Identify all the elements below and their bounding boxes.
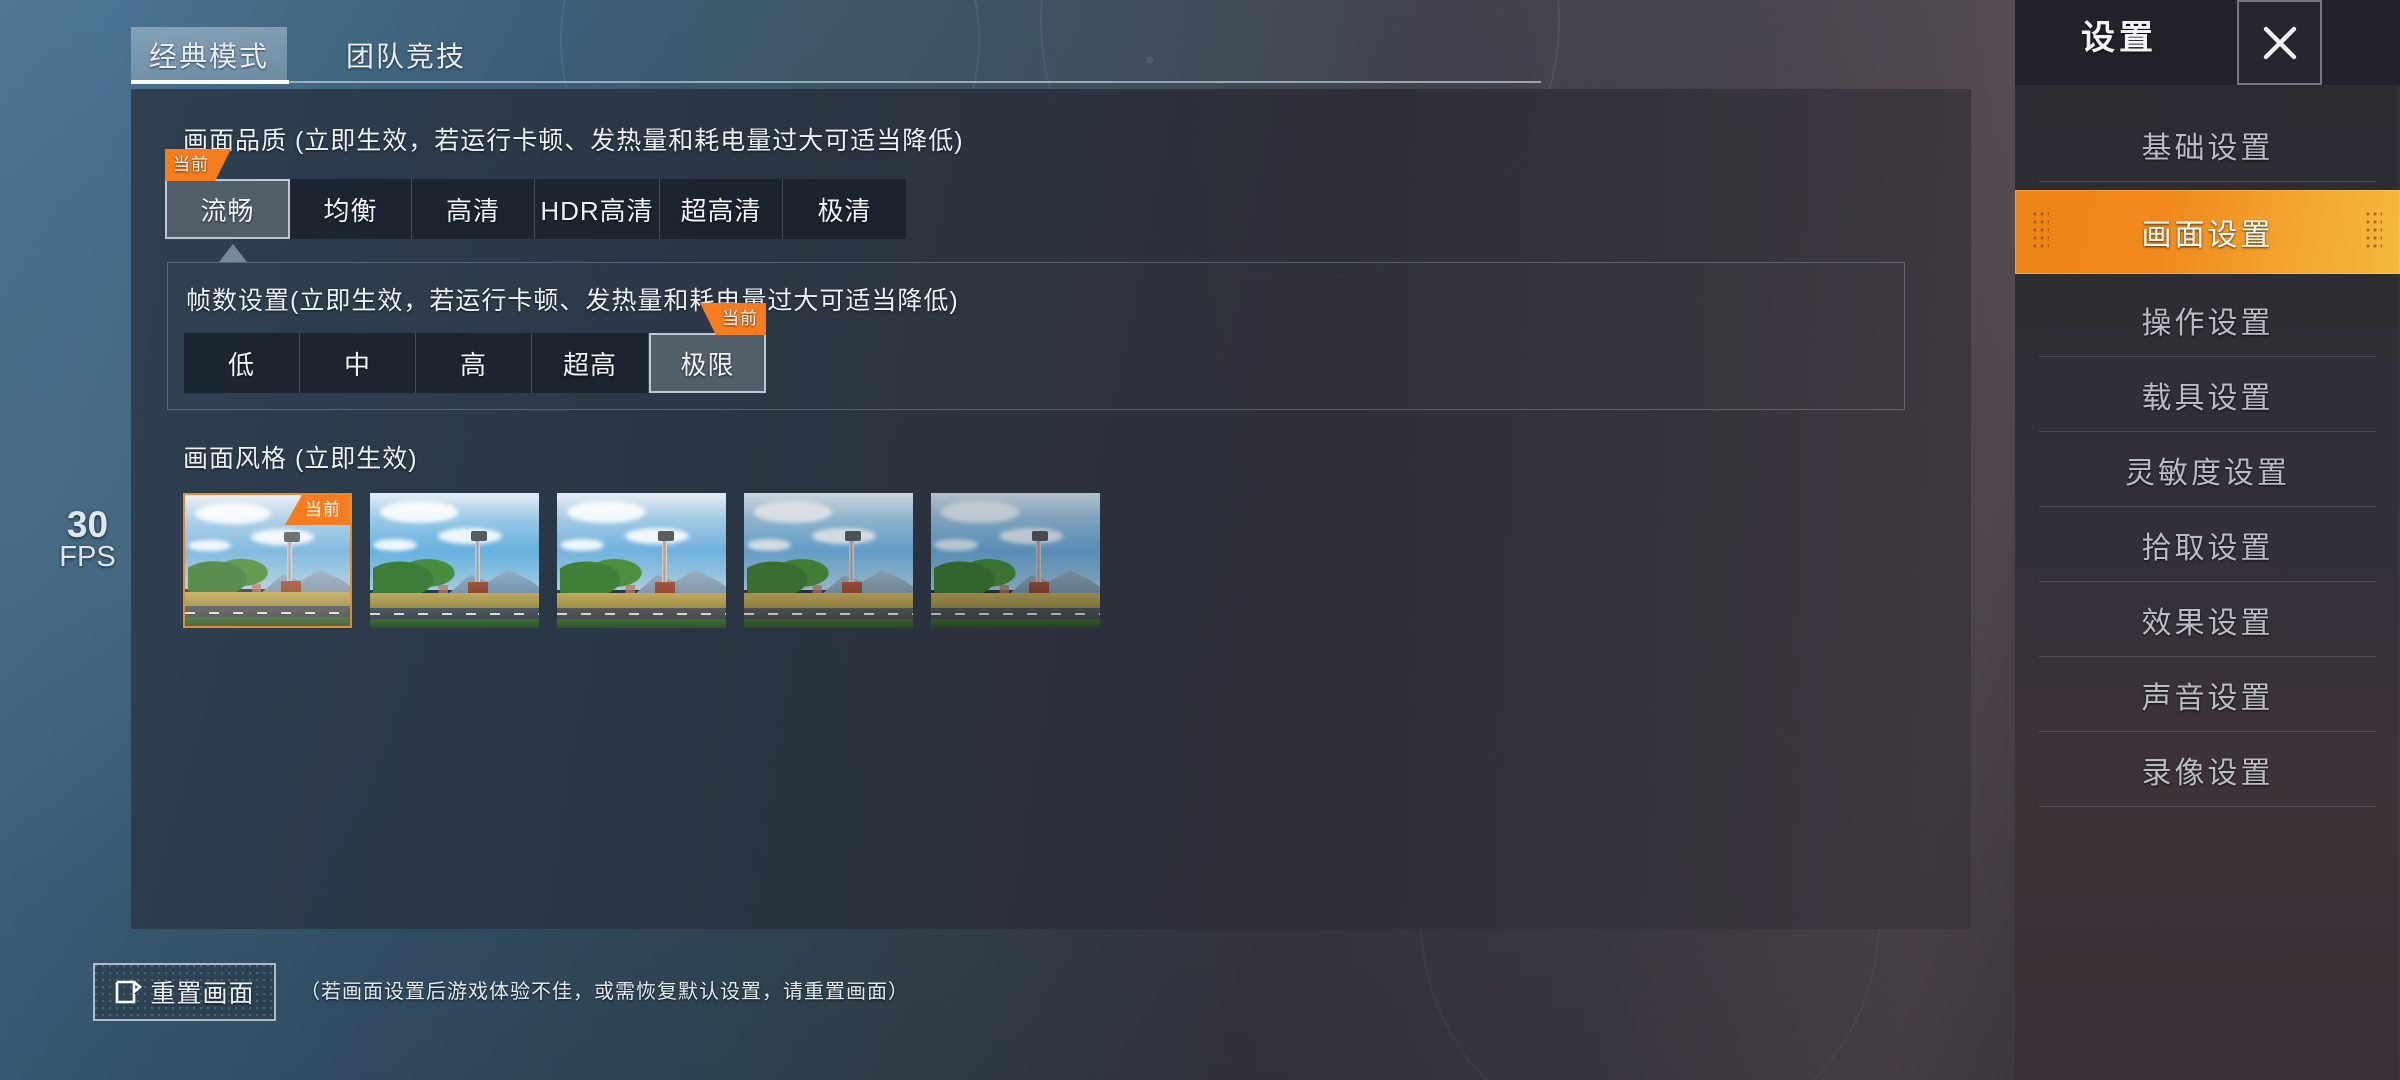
close-button[interactable] (2237, 0, 2322, 85)
sidebar-item-label: 声音设置 (2141, 681, 2274, 715)
sidebar-item-recording-settings[interactable]: 录像设置 (2015, 732, 2400, 807)
style-thumbnail-colorful[interactable] (370, 493, 539, 628)
close-icon (2263, 26, 2296, 59)
framerate-option-extreme-label: 极限 (680, 349, 735, 380)
quality-option-hd[interactable]: 高清 (412, 179, 535, 239)
sidebar-item-label: 载具设置 (2141, 381, 2274, 415)
sidebar-top-gap (2015, 85, 2400, 107)
framerate-option-medium[interactable]: 中 (300, 333, 416, 393)
style-thumbnail-realistic[interactable] (557, 493, 726, 628)
reset-graphics-button[interactable]: 重置画面 (93, 963, 276, 1021)
style-section-title: 画面风格 (立即生效) (183, 445, 418, 473)
style-preview-image (557, 493, 726, 628)
fps-value: 30 (66, 504, 109, 545)
quality-selection-pointer-icon (219, 244, 247, 262)
quality-option-balanced[interactable]: 均衡 (290, 179, 412, 239)
current-badge: 当前 (700, 303, 766, 335)
framerate-option-low[interactable]: 低 (184, 333, 300, 393)
framerate-option-ultra-label: 超高 (562, 349, 617, 380)
quality-option-smooth[interactable]: 当前 流畅 (165, 149, 290, 239)
tab-classic-mode[interactable]: 经典模式 (131, 27, 287, 82)
sidebar-item-pickup-settings[interactable]: 拾取设置 (2015, 507, 2400, 582)
quality-option-ultra-hd[interactable]: 超高清 (660, 179, 783, 239)
quality-option-balanced-label: 均衡 (323, 195, 378, 226)
sidebar-item-label: 画面设置 (2141, 219, 2274, 252)
dots-decor-icon (2033, 212, 2049, 252)
tab-active-underline (131, 80, 289, 84)
sidebar-item-basic-settings[interactable]: 基础设置 (2015, 107, 2400, 182)
framerate-option-group: 低 中 高 超高 当前 极限 (184, 303, 766, 393)
dots-decor-icon (2366, 212, 2382, 252)
quality-option-hd-label: 高清 (445, 195, 500, 226)
fps-meter: 30 FPS (45, 506, 130, 572)
style-preview-image (370, 493, 539, 628)
quality-option-extreme-hd[interactable]: 极清 (783, 179, 906, 239)
style-thumbnail-classic[interactable] (744, 493, 913, 628)
framerate-option-extreme[interactable]: 当前 极限 (649, 303, 766, 393)
reset-screen-icon (116, 980, 143, 1004)
sidebar-item-label: 基础设置 (2141, 131, 2274, 165)
sidebar-item-vehicle-settings[interactable]: 载具设置 (2015, 357, 2400, 432)
sidebar-item-label: 录像设置 (2141, 756, 2274, 790)
style-thumbnail-group: 当前 (183, 493, 1100, 628)
current-badge: 当前 (165, 149, 231, 181)
quality-option-extreme-hd-label: 极清 (817, 195, 872, 226)
sidebar-divider (2039, 181, 2376, 182)
sidebar-item-audio-settings[interactable]: 声音设置 (2015, 657, 2400, 732)
quality-option-group: 当前 流畅 均衡 高清 HDR高清 超高清 极清 (165, 149, 906, 239)
framerate-option-medium-label: 中 (343, 349, 371, 380)
mode-tabbar: 经典模式 团队竞技 (131, 27, 1541, 84)
quality-option-hdr-hd-label: HDR高清 (540, 195, 654, 226)
style-thumbnail-movie[interactable] (931, 493, 1100, 628)
framerate-option-low-label: 低 (227, 349, 255, 380)
graphics-settings-panel: 画面品质 (立即生效，若运行卡顿、发热量和耗电量过大可适当降低) 当前 流畅 均… (131, 89, 1971, 929)
reset-hint-text: （若画面设置后游戏体验不佳，或需恢复默认设置，请重置画面） (300, 981, 909, 1003)
sidebar-item-label: 操作设置 (2141, 306, 2274, 340)
sidebar-item-sensitivity-settings[interactable]: 灵敏度设置 (2015, 432, 2400, 507)
sidebar-title: 设置 (2081, 19, 2157, 57)
tab-team-deathmatch[interactable]: 团队竞技 (331, 27, 481, 82)
style-preview-image (744, 493, 913, 628)
tab-classic-mode-label: 经典模式 (148, 40, 269, 72)
fps-unit: FPS (59, 541, 116, 573)
sidebar-item-effects-settings[interactable]: 效果设置 (2015, 582, 2400, 657)
quality-option-ultra-hd-label: 超高清 (680, 195, 762, 226)
sidebar-item-label: 拾取设置 (2141, 531, 2274, 565)
framerate-option-ultra[interactable]: 超高 (532, 333, 649, 393)
framerate-option-high-label: 高 (459, 349, 487, 380)
framerate-section-title: 帧数设置(立即生效，若运行卡顿、发热量和耗电量过大可适当降低) (186, 287, 959, 315)
settings-sidebar: 设置 基础设置 画面设置 操作设置 载具设置 灵敏度设置 拾取设置 效果设置 声… (2015, 0, 2400, 1080)
style-thumbnail-soft[interactable]: 当前 (183, 493, 352, 628)
framerate-option-high[interactable]: 高 (416, 333, 532, 393)
quality-section-title: 画面品质 (立即生效，若运行卡顿、发热量和耗电量过大可适当降低) (183, 127, 964, 155)
style-preview-image (931, 493, 1100, 628)
reset-graphics-button-label: 重置画面 (150, 980, 255, 1008)
sidebar-item-label: 灵敏度设置 (2125, 456, 2290, 490)
sidebar-header: 设置 (2015, 0, 2400, 85)
quality-option-smooth-label: 流畅 (200, 195, 255, 226)
sidebar-item-label: 效果设置 (2141, 606, 2274, 640)
sidebar-item-control-settings[interactable]: 操作设置 (2015, 282, 2400, 357)
framerate-section: 帧数设置(立即生效，若运行卡顿、发热量和耗电量过大可适当降低) 低 中 高 超高… (167, 262, 1905, 410)
sidebar-item-graphics-settings[interactable]: 画面设置 (2015, 190, 2400, 274)
quality-option-hdr-hd[interactable]: HDR高清 (535, 179, 660, 239)
sidebar-divider (2039, 806, 2376, 807)
tab-bar-divider (289, 81, 1541, 83)
tab-team-deathmatch-label: 团队竞技 (345, 40, 466, 72)
